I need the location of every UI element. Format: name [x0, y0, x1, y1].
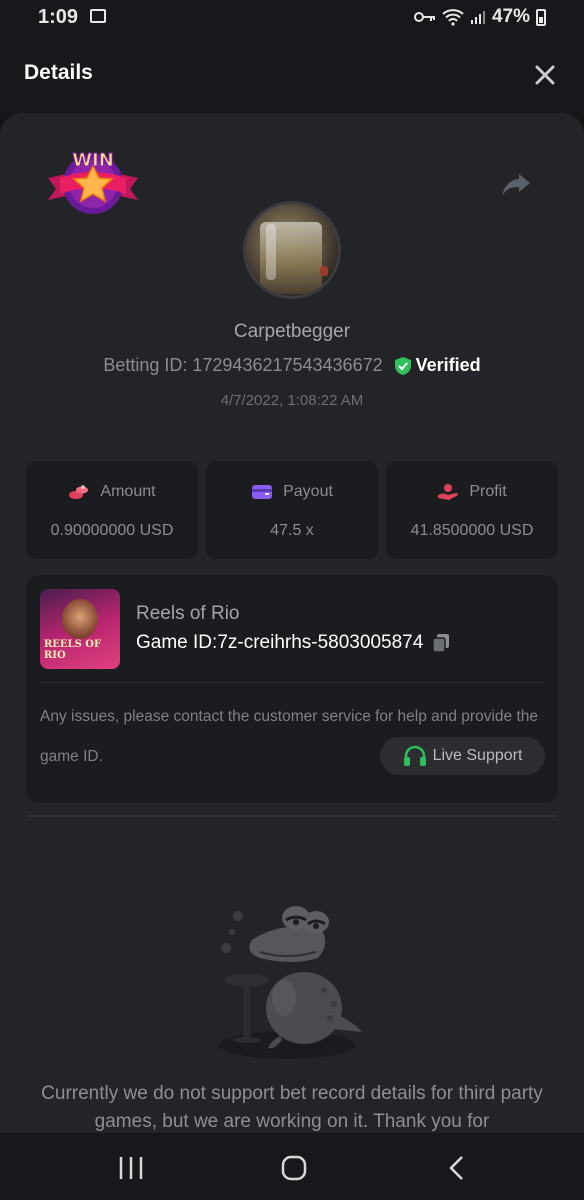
game-id-row: Game ID:7z-creihrhs-5803005874	[136, 632, 451, 654]
battery-percent: 47%	[491, 6, 530, 27]
headset-icon	[403, 745, 426, 766]
stat-payout: Payout 47.5 x	[206, 461, 378, 559]
game-id: 7z-creihrhs-5803005874	[217, 632, 424, 653]
status-icons: 47%	[413, 6, 546, 28]
stat-payout-value: 47.5 x	[270, 522, 314, 539]
crocodile-illustration	[212, 900, 372, 1070]
card-divider	[40, 682, 544, 683]
third-party-notice: Currently we do not support bet record d…	[41, 1083, 543, 1132]
game-name: Reels of Rio	[136, 603, 240, 624]
avatar	[243, 201, 341, 299]
betting-id-label: Betting ID:	[103, 355, 188, 375]
verified-shield-icon	[394, 356, 411, 375]
stat-amount: Amount 0.90000000 USD	[26, 461, 198, 559]
win-badge: WIN	[46, 144, 140, 218]
verified-label: Verified	[415, 355, 481, 375]
key-icon	[413, 12, 435, 22]
bet-datetime: 4/7/2022, 1:08:22 AM	[220, 392, 364, 409]
betting-id: 1729436217543436672	[192, 355, 383, 375]
live-support-button[interactable]: Live Support	[380, 737, 545, 775]
wifi-icon	[442, 9, 464, 26]
status-bar: 1:09 47%	[0, 0, 584, 34]
share-icon	[502, 174, 530, 196]
verified-badge: Verified	[394, 355, 481, 376]
game-thumbnail-text: REELS OF RIO	[44, 639, 102, 661]
game-thumbnail[interactable]: REELS OF RIO	[40, 589, 120, 669]
wallet-icon	[252, 485, 273, 499]
game-card: REELS OF RIO Reels of Rio Game ID:7z-cre…	[26, 575, 558, 803]
copy-game-id-button[interactable]	[431, 633, 451, 653]
section-divider	[26, 815, 558, 817]
close-button[interactable]	[532, 62, 558, 88]
stat-amount-label: Amount	[100, 483, 156, 500]
back-icon	[449, 1156, 463, 1180]
recent-apps-button[interactable]	[116, 1153, 146, 1183]
system-nav-bar	[0, 1133, 584, 1200]
home-icon	[281, 1155, 307, 1181]
username: Carpetbegger	[233, 321, 351, 342]
svg-text:WIN: WIN	[72, 150, 114, 171]
page-title: Details	[24, 61, 93, 84]
image-notification-icon	[90, 9, 106, 23]
live-support-label: Live Support	[432, 747, 523, 764]
recent-apps-icon	[119, 1157, 143, 1179]
betting-id-row: Betting ID: 1729436217543436672 Verified	[0, 355, 584, 376]
stat-payout-label: Payout	[283, 483, 333, 500]
share-button[interactable]	[500, 168, 532, 200]
game-id-label: Game ID:	[136, 632, 218, 653]
stat-amount-value: 0.90000000 USD	[50, 522, 174, 539]
stat-profit-label: Profit	[469, 483, 507, 500]
stat-profit-value: 41.8500000 USD	[410, 522, 534, 539]
copy-icon	[432, 634, 450, 653]
hand-money-icon	[438, 484, 459, 500]
signal-icon	[470, 11, 485, 24]
home-button[interactable]	[279, 1153, 309, 1183]
close-icon	[535, 65, 555, 85]
status-time: 1:09	[38, 6, 79, 28]
coins-icon	[69, 485, 89, 499]
header: Details	[0, 34, 584, 114]
stat-profit: Profit 41.8500000 USD	[386, 461, 558, 559]
battery-icon	[536, 8, 546, 26]
back-button[interactable]	[442, 1153, 472, 1183]
